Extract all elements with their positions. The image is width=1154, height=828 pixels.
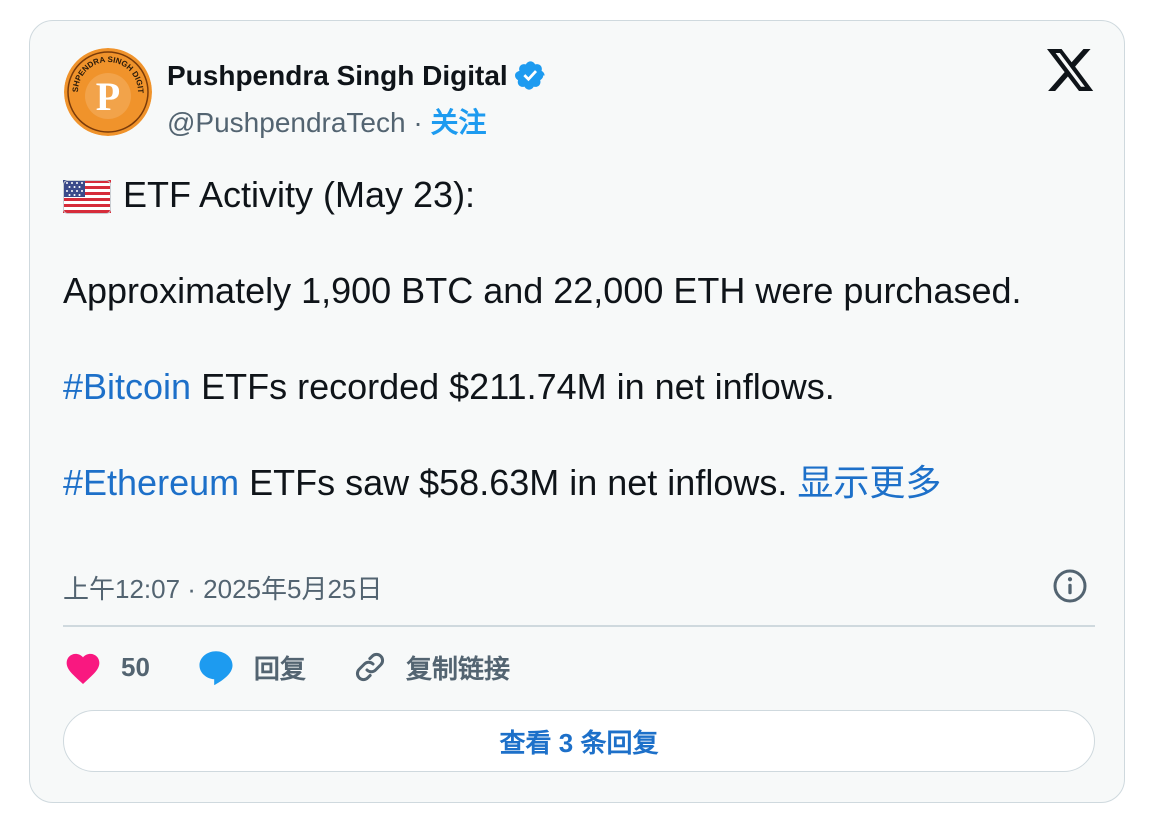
handle-separator: · — [405, 107, 431, 138]
tweet-line-1: ETF Activity (May 23): — [123, 174, 476, 215]
view-replies-label: 查看 3 条回复 — [499, 727, 659, 758]
follow-button[interactable]: 关注 — [430, 107, 486, 138]
avatar-image: PUSHPENDRA SINGH DIGITAL P — [64, 48, 152, 136]
copy-link-label: 复制链接 — [405, 653, 510, 684]
us-flag-icon — [63, 180, 111, 215]
reply-label: 回复 — [253, 653, 306, 684]
tweet-actions: 50 回复 复制链接 — [63, 643, 556, 691]
author-name[interactable]: Pushpendra Singh Digital — [167, 60, 508, 92]
info-icon[interactable] — [1052, 568, 1088, 604]
divider — [63, 625, 1095, 627]
show-more-link[interactable]: 显示更多 — [797, 462, 941, 503]
reply-button[interactable]: 回复 — [196, 648, 306, 686]
author-avatar[interactable]: PUSHPENDRA SINGH DIGITAL P — [64, 48, 152, 136]
like-button[interactable]: 50 — [63, 649, 150, 685]
view-replies-button[interactable]: 查看 3 条回复 — [63, 710, 1095, 772]
author-handle-row: @PushpendraTech · 关注 — [167, 101, 486, 141]
tweet-line-2: Approximately 1,900 BTC and 22,000 ETH w… — [63, 270, 1022, 311]
tweet-line-ethereum: #Ethereum ETFs saw $58.63M in net inflow… — [63, 459, 1073, 507]
copy-link-button[interactable]: 复制链接 — [352, 649, 510, 686]
tweet-line-bitcoin: #Bitcoin ETFs recorded $211.74M in net i… — [63, 363, 1073, 411]
author-name-row[interactable]: Pushpendra Singh Digital — [167, 59, 547, 92]
heart-icon — [66, 653, 100, 685]
tweet-line-etf-activity: ETF Activity (May 23): — [63, 171, 1073, 219]
hashtag-bitcoin[interactable]: #Bitcoin — [63, 366, 191, 407]
like-count: 50 — [121, 651, 150, 682]
x-logo-icon[interactable] — [1047, 49, 1095, 93]
author-handle[interactable]: @PushpendraTech — [167, 107, 406, 138]
hashtag-ethereum[interactable]: #Ethereum — [63, 462, 239, 503]
tweet-line-4-rest: ETFs saw $58.63M in net inflows. — [239, 462, 798, 503]
reply-bubble-icon — [199, 651, 233, 686]
verified-badge-icon — [514, 61, 545, 90]
tweet-line-3-rest: ETFs recorded $211.74M in net inflows. — [191, 366, 835, 407]
tweet-timestamp[interactable]: 上午12:07 · 2025年5月25日 — [63, 569, 382, 606]
link-icon — [355, 653, 384, 681]
tweet-body: ETF Activity (May 23): Approximately 1,9… — [63, 171, 1073, 507]
avatar-letter: P — [96, 74, 120, 119]
tweet-card: PUSHPENDRA SINGH DIGITAL P Pushpendra Si… — [29, 20, 1125, 803]
